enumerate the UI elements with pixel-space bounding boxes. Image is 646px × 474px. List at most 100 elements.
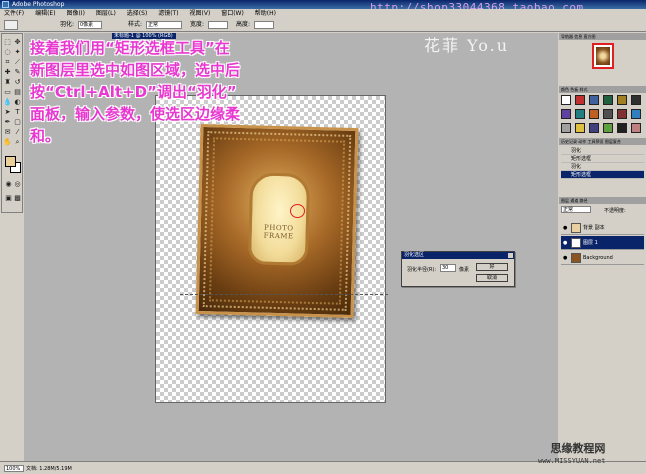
eye-icon[interactable]: ● <box>563 240 569 246</box>
history-brush-icon[interactable]: ↺ <box>13 78 22 87</box>
feather-radius-input[interactable]: 30 <box>440 264 456 272</box>
eyedropper-icon[interactable]: ⁄ <box>13 128 22 137</box>
height-label: 高度: <box>236 21 251 28</box>
style-swatch[interactable] <box>631 95 641 105</box>
style-select[interactable]: 正常 <box>146 21 182 29</box>
dodge-tool-icon[interactable]: ◐ <box>13 98 22 107</box>
foreground-color-swatch[interactable] <box>5 156 16 167</box>
menu-view[interactable]: 视图(V) <box>190 10 211 17</box>
height-input[interactable] <box>254 21 274 29</box>
blur-tool-icon[interactable]: 💧 <box>3 98 12 107</box>
history-item[interactable]: 羽化 <box>561 147 644 155</box>
magic-wand-icon[interactable]: ✦ <box>13 48 22 57</box>
clone-stamp-icon[interactable]: ♜ <box>3 78 12 87</box>
history-item[interactable]: 羽化 <box>561 163 644 171</box>
style-swatch[interactable] <box>575 95 585 105</box>
menu-edit[interactable]: 编辑(E) <box>35 10 55 17</box>
layer-row[interactable]: ● 背景 副本 <box>561 221 644 235</box>
crop-tool-icon[interactable]: ⌗ <box>3 58 12 67</box>
layer-row-active[interactable]: ● 图层 1 <box>561 236 644 250</box>
site-name: 思缘教程网 <box>550 442 606 455</box>
photoshop-app-icon <box>2 1 9 8</box>
menu-layer[interactable]: 图层(L) <box>96 10 116 17</box>
feather-label: 羽化: <box>60 21 75 28</box>
style-swatch[interactable] <box>561 123 571 133</box>
screen-mode-icon[interactable]: ▣ <box>4 194 13 203</box>
slice-tool-icon[interactable]: ⟋ <box>13 58 22 67</box>
feather-dialog: 羽化选区 羽化半径(R): 30 像素 好 取消 <box>401 251 515 287</box>
layers-panel-tabs[interactable]: 图层 通道 路径 <box>559 197 646 204</box>
ok-button[interactable]: 好 <box>476 263 508 271</box>
path-select-icon[interactable]: ➤ <box>3 108 12 117</box>
feather-input[interactable]: 0像素 <box>78 21 102 29</box>
annotation-line: 按“Ctrl+Alt+D”调出“羽化” <box>30 83 237 101</box>
highlight-circle <box>290 204 305 218</box>
width-input[interactable] <box>208 21 228 29</box>
opacity-label: 不透明度: <box>604 208 626 214</box>
marquee-tool-icon[interactable]: ⬚ <box>3 38 12 47</box>
lasso-tool-icon[interactable]: ◌ <box>3 48 12 57</box>
photo-frame-image: PHOTO FRAME <box>195 123 359 319</box>
history-panel-tabs[interactable]: 历史记录 动作 工具预设 图层复合 <box>559 138 646 145</box>
pen-tool-icon[interactable]: ✒ <box>3 118 12 127</box>
eye-icon[interactable]: ● <box>563 225 569 231</box>
gradient-tool-icon[interactable]: ▤ <box>13 88 22 97</box>
zoom-field[interactable]: 100% <box>4 465 24 472</box>
navigator-panel-tabs[interactable]: 导航器 信息 直方图 <box>559 33 646 40</box>
tool-preset-picker[interactable] <box>4 20 18 30</box>
cancel-button[interactable]: 取消 <box>476 274 508 282</box>
type-tool-icon[interactable]: T <box>13 108 22 117</box>
layer-row[interactable]: ● Background <box>561 251 644 265</box>
navigator-preview[interactable] <box>592 43 614 69</box>
menu-select[interactable]: 选择(S) <box>127 10 148 17</box>
menu-help[interactable]: 帮助(H) <box>255 10 276 17</box>
style-swatch[interactable] <box>617 123 627 133</box>
panels-dock: 导航器 信息 直方图 颜色 色板 样式 历史记录 动作 工具预设 图层复合 羽化… <box>559 33 646 461</box>
style-swatch[interactable] <box>603 123 613 133</box>
style-swatch[interactable] <box>631 123 641 133</box>
style-swatch[interactable] <box>617 95 627 105</box>
fullscreen-mode-icon[interactable]: ▩ <box>13 194 22 203</box>
style-swatch[interactable] <box>575 123 585 133</box>
menu-image[interactable]: 图像(I) <box>66 10 84 17</box>
brush-tool-icon[interactable]: ✎ <box>13 68 22 77</box>
notes-tool-icon[interactable]: ✉ <box>3 128 12 137</box>
style-swatch[interactable] <box>617 109 627 119</box>
feather-radius-label: 羽化半径(R): <box>407 267 437 273</box>
healing-brush-icon[interactable]: ✚ <box>3 68 12 77</box>
frame-opening: PHOTO FRAME <box>247 172 311 266</box>
quickmask-off-icon[interactable]: ◎ <box>13 180 22 189</box>
menu-window[interactable]: 窗口(W) <box>221 10 244 17</box>
style-swatch[interactable] <box>589 123 599 133</box>
style-swatch[interactable] <box>561 109 571 119</box>
move-tool-icon[interactable]: ✥ <box>13 38 22 47</box>
annotation-line: 接着我们用“矩形选框工具”在 <box>30 39 230 57</box>
style-swatch[interactable] <box>603 109 613 119</box>
style-swatch[interactable] <box>561 95 571 105</box>
style-swatch[interactable] <box>631 109 641 119</box>
site-url: www.MISSYUAN.net <box>538 457 606 465</box>
layer-thumbnail <box>571 223 581 233</box>
history-item[interactable]: 矩形选框 <box>561 155 644 163</box>
hand-tool-icon[interactable]: ✋ <box>3 138 12 147</box>
shape-tool-icon[interactable]: ▢ <box>13 118 22 127</box>
layer-thumbnail <box>571 253 581 263</box>
quickmask-icon[interactable]: ◉ <box>4 180 13 189</box>
style-swatch[interactable] <box>589 95 599 105</box>
style-swatch[interactable] <box>575 109 585 119</box>
layer-name: 背景 副本 <box>583 225 605 231</box>
annotation-line: 面板，输入参数，使选区边缘柔 <box>30 105 241 123</box>
history-item-active[interactable]: 矩形选框 <box>561 171 644 179</box>
feather-dialog-title: 羽化选区 <box>402 252 514 259</box>
annotation-line: 新图层里选中如图区域，选中后 <box>30 61 241 79</box>
eraser-tool-icon[interactable]: ▭ <box>3 88 12 97</box>
style-swatch[interactable] <box>603 95 613 105</box>
menu-file[interactable]: 文件(F) <box>4 10 24 17</box>
style-swatch[interactable] <box>589 109 599 119</box>
color-panel-tabs[interactable]: 颜色 色板 样式 <box>559 86 646 93</box>
menu-filter[interactable]: 滤镜(T) <box>158 10 178 17</box>
zoom-tool-icon[interactable]: ⌕ <box>13 138 22 147</box>
eye-icon[interactable]: ● <box>563 255 569 261</box>
close-icon[interactable] <box>508 253 513 258</box>
blend-mode-select[interactable]: 正常 <box>561 206 591 213</box>
